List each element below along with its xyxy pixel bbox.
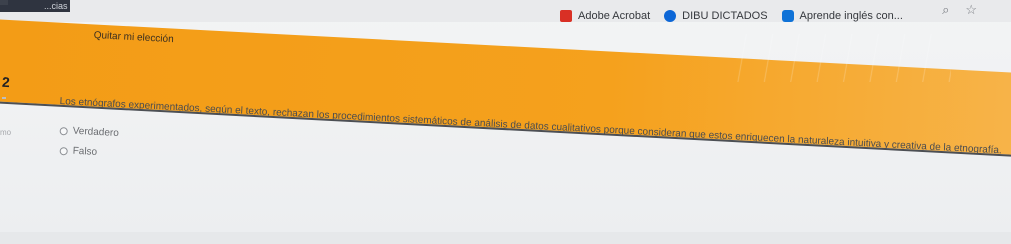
band-pattern <box>721 34 951 82</box>
bookmark-label: Aprende inglés con... <box>799 10 903 22</box>
dibu-icon <box>664 10 677 22</box>
aprende-icon <box>781 10 794 22</box>
star-icon[interactable]: ☆ <box>965 2 977 18</box>
tab-label: ...cias <box>44 1 68 11</box>
option-falso[interactable]: Falso <box>59 145 97 158</box>
page: ...cias Adobe Acrobat DIBU DICTADOS Apre… <box>0 0 1011 244</box>
browser-tab[interactable]: ...cias <box>0 0 70 12</box>
acrobat-icon <box>560 10 572 22</box>
side-mark <box>2 97 6 99</box>
left-edge-text: mo <box>0 128 12 137</box>
bookmark-aprende-ingles[interactable]: Aprende inglés con... <box>781 10 903 22</box>
option-label: Verdadero <box>72 125 120 140</box>
option-verdadero[interactable]: Verdadero <box>59 125 119 139</box>
toolbar-icons: ⌕ ☆ <box>942 2 977 18</box>
bookmark-adobe-acrobat[interactable]: Adobe Acrobat <box>560 10 650 22</box>
radio-button[interactable] <box>59 146 68 155</box>
bookmarks-bar: Adobe Acrobat DIBU DICTADOS Aprende ingl… <box>560 8 903 24</box>
bookmark-label: Adobe Acrobat <box>578 10 651 22</box>
bookmark-label: DIBU DICTADOS <box>682 10 768 22</box>
question-number: 2 <box>1 73 11 91</box>
window-corner <box>0 0 8 5</box>
bottom-bar <box>0 232 1011 244</box>
radio-button[interactable] <box>59 126 68 135</box>
option-label: Falso <box>72 145 98 158</box>
zoom-icon[interactable]: ⌕ <box>942 2 949 18</box>
bookmark-dibu-dictados[interactable]: DIBU DICTADOS <box>664 10 768 22</box>
